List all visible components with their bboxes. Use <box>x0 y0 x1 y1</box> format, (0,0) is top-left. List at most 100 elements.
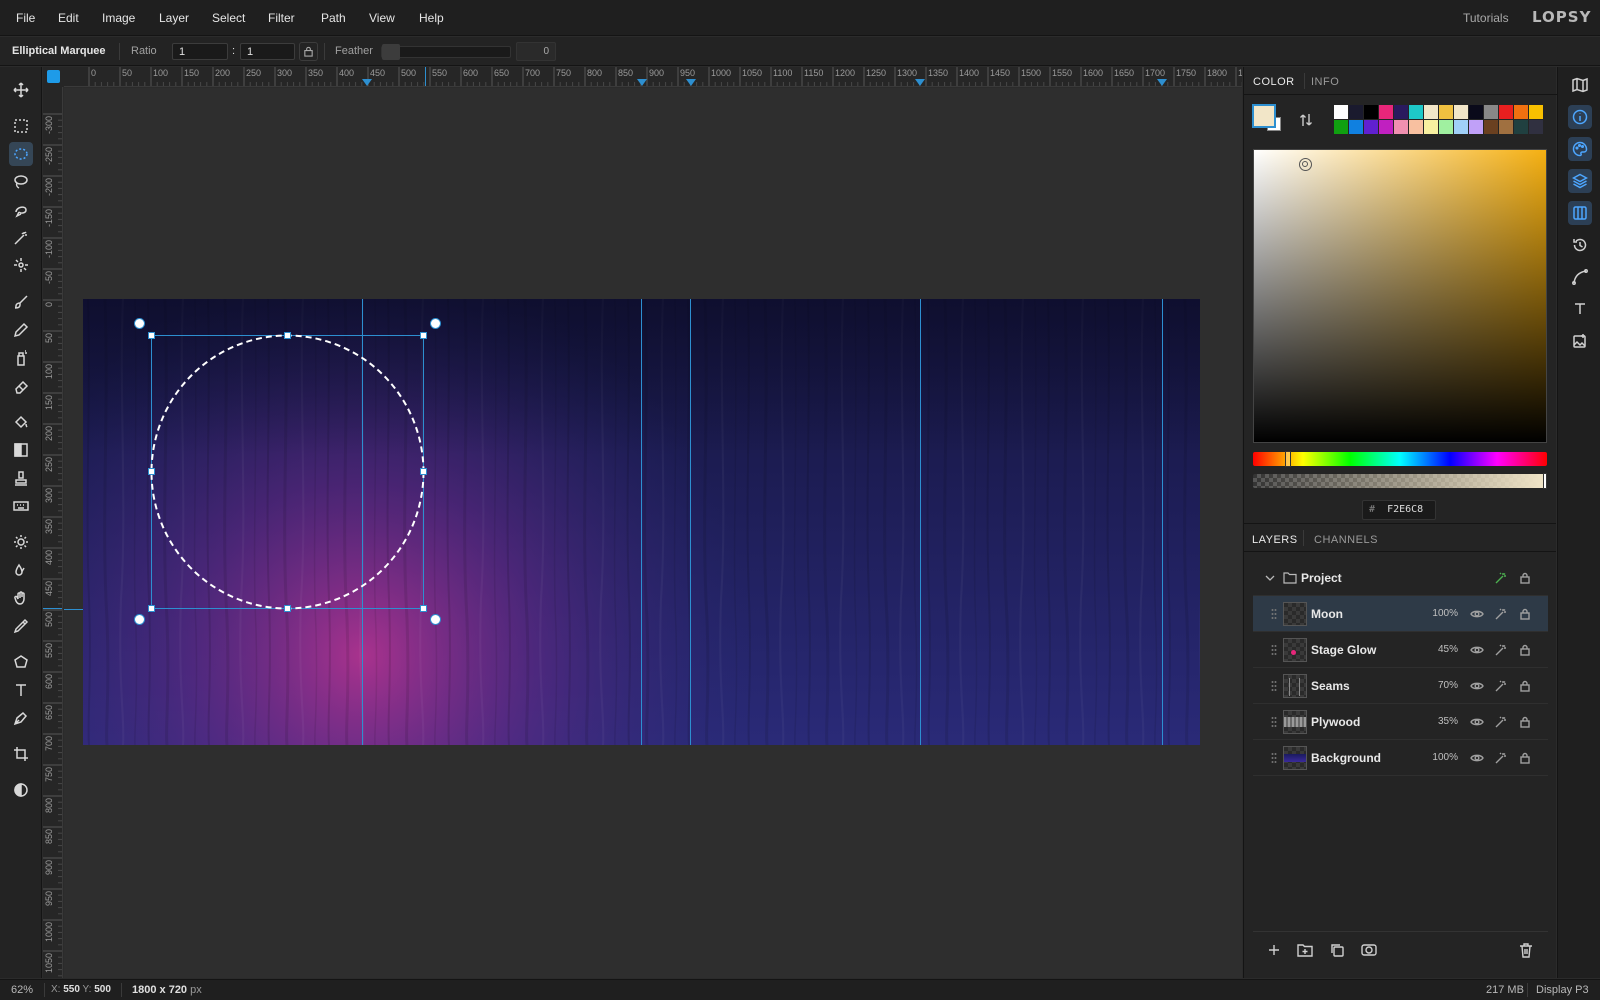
tab-info[interactable]: INFO <box>1311 76 1339 88</box>
tutorials-link[interactable]: Tutorials <box>1463 11 1509 25</box>
duplicate-layer-button[interactable] <box>1329 942 1347 960</box>
lock-icon[interactable] <box>1518 679 1532 693</box>
color-swatch[interactable] <box>1364 105 1378 119</box>
magic-wand-tool[interactable] <box>9 226 33 250</box>
elliptical-selection[interactable] <box>149 333 426 611</box>
color-swatch[interactable] <box>1499 120 1513 134</box>
visibility-eye-icon[interactable] <box>1470 679 1484 693</box>
fill-tool[interactable] <box>9 410 33 434</box>
transform-handle[interactable] <box>148 468 155 475</box>
layer-row-plywood[interactable]: Plywood 35% <box>1253 704 1548 740</box>
layer-effects-icon[interactable] <box>1494 607 1508 621</box>
color-swatch[interactable] <box>1349 120 1363 134</box>
swap-colors-button[interactable] <box>1299 112 1313 128</box>
layer-opacity[interactable]: 100% <box>1418 608 1458 619</box>
character-panel-button[interactable] <box>1568 297 1592 321</box>
ratio-height-input[interactable] <box>240 43 295 60</box>
feather-slider-thumb[interactable] <box>382 44 400 60</box>
color-swatch[interactable] <box>1394 105 1408 119</box>
layer-row-background[interactable]: Background 100% <box>1253 740 1548 776</box>
guide-line[interactable] <box>920 299 921 745</box>
menu-image[interactable]: Image <box>102 11 135 25</box>
paths-panel-button[interactable] <box>1568 265 1592 289</box>
color-panel-button[interactable] <box>1568 137 1592 161</box>
info-panel-button[interactable] <box>1568 105 1592 129</box>
tab-layers[interactable]: LAYERS <box>1252 534 1298 546</box>
channels-panel-button[interactable] <box>1568 201 1592 225</box>
visibility-eye-icon[interactable] <box>1470 643 1484 657</box>
drag-handle-icon[interactable] <box>1271 716 1277 728</box>
color-profile[interactable]: Display P3 <box>1536 984 1589 996</box>
image-adjust-button[interactable] <box>1568 329 1592 353</box>
menu-layer[interactable]: Layer <box>159 11 189 25</box>
menu-view[interactable]: View <box>369 11 395 25</box>
color-swatch[interactable] <box>1439 120 1453 134</box>
blur-tool[interactable] <box>9 558 33 582</box>
eraser-tool[interactable] <box>9 374 33 398</box>
color-swatch[interactable] <box>1379 120 1393 134</box>
menu-filter[interactable]: Filter <box>268 11 295 25</box>
crop-tool[interactable] <box>9 742 33 766</box>
delete-layer-button[interactable] <box>1518 942 1536 960</box>
rect-marquee-tool[interactable] <box>9 114 33 138</box>
drag-handle-icon[interactable] <box>1271 752 1277 764</box>
color-swatch[interactable] <box>1499 105 1513 119</box>
color-swatch[interactable] <box>1379 105 1393 119</box>
menu-help[interactable]: Help <box>419 11 444 25</box>
hand-tool[interactable] <box>9 586 33 610</box>
rotate-handle[interactable] <box>430 318 441 329</box>
saturation-value-picker[interactable] <box>1253 149 1547 443</box>
transform-handle[interactable] <box>284 332 291 339</box>
tab-channels[interactable]: CHANNELS <box>1314 534 1378 546</box>
color-swatch[interactable] <box>1469 120 1483 134</box>
guide-marker[interactable] <box>362 79 372 86</box>
magnetic-lasso-tool[interactable] <box>9 198 33 222</box>
guide-line[interactable] <box>690 299 691 745</box>
layer-effects-icon[interactable] <box>1494 571 1508 585</box>
color-swatch[interactable] <box>1334 120 1348 134</box>
chevron-down-icon[interactable] <box>1265 573 1275 583</box>
transform-handle[interactable] <box>420 605 427 612</box>
transform-handle[interactable] <box>420 332 427 339</box>
lock-icon[interactable] <box>1518 715 1532 729</box>
new-group-button[interactable] <box>1297 942 1315 960</box>
layer-row-seams[interactable]: Seams 70% <box>1253 668 1548 704</box>
ratio-lock-button[interactable] <box>299 42 318 61</box>
guide-marker[interactable] <box>686 79 696 86</box>
transform-handle[interactable] <box>420 468 427 475</box>
add-layer-button[interactable] <box>1266 942 1284 960</box>
text-tool[interactable] <box>9 678 33 702</box>
hex-input[interactable]: # F2E6C8 <box>1362 500 1436 520</box>
layer-mask-button[interactable] <box>1361 942 1379 960</box>
vertical-ruler[interactable]: -300 -250 -200 -150 -100 -50 0 50 100 150 200 250 30… <box>43 87 63 978</box>
brush-tool[interactable] <box>9 290 33 314</box>
color-swatch[interactable] <box>1514 105 1528 119</box>
alpha-slider-thumb[interactable] <box>1543 473 1547 489</box>
guide-line[interactable] <box>1162 299 1163 745</box>
ellipse-marquee-tool[interactable] <box>9 142 33 166</box>
alpha-slider[interactable] <box>1253 473 1547 489</box>
layer-effects-icon[interactable] <box>1494 751 1508 765</box>
ratio-width-input[interactable] <box>172 43 228 60</box>
lock-icon[interactable] <box>1518 607 1532 621</box>
color-swatch[interactable] <box>1409 105 1423 119</box>
guide-marker[interactable] <box>915 79 925 86</box>
layer-opacity[interactable]: 45% <box>1418 644 1458 655</box>
visibility-eye-icon[interactable] <box>1470 751 1484 765</box>
hue-slider-thumb[interactable] <box>1285 451 1291 467</box>
color-swatch[interactable] <box>1349 105 1363 119</box>
color-swatch[interactable] <box>1469 105 1483 119</box>
lock-icon[interactable] <box>1518 571 1532 585</box>
dodge-tool[interactable] <box>9 530 33 554</box>
menu-select[interactable]: Select <box>212 11 245 25</box>
ruler-corner[interactable] <box>43 67 64 87</box>
color-swatch[interactable] <box>1484 105 1498 119</box>
guide-marker[interactable] <box>1157 79 1167 86</box>
layer-effects-icon[interactable] <box>1494 715 1508 729</box>
layer-opacity[interactable]: 100% <box>1418 752 1458 763</box>
layer-group-project[interactable]: Project <box>1253 560 1548 596</box>
color-swatch[interactable] <box>1394 120 1408 134</box>
visibility-eye-icon[interactable] <box>1470 715 1484 729</box>
pattern-tool[interactable] <box>9 494 33 518</box>
menu-edit[interactable]: Edit <box>58 11 79 25</box>
